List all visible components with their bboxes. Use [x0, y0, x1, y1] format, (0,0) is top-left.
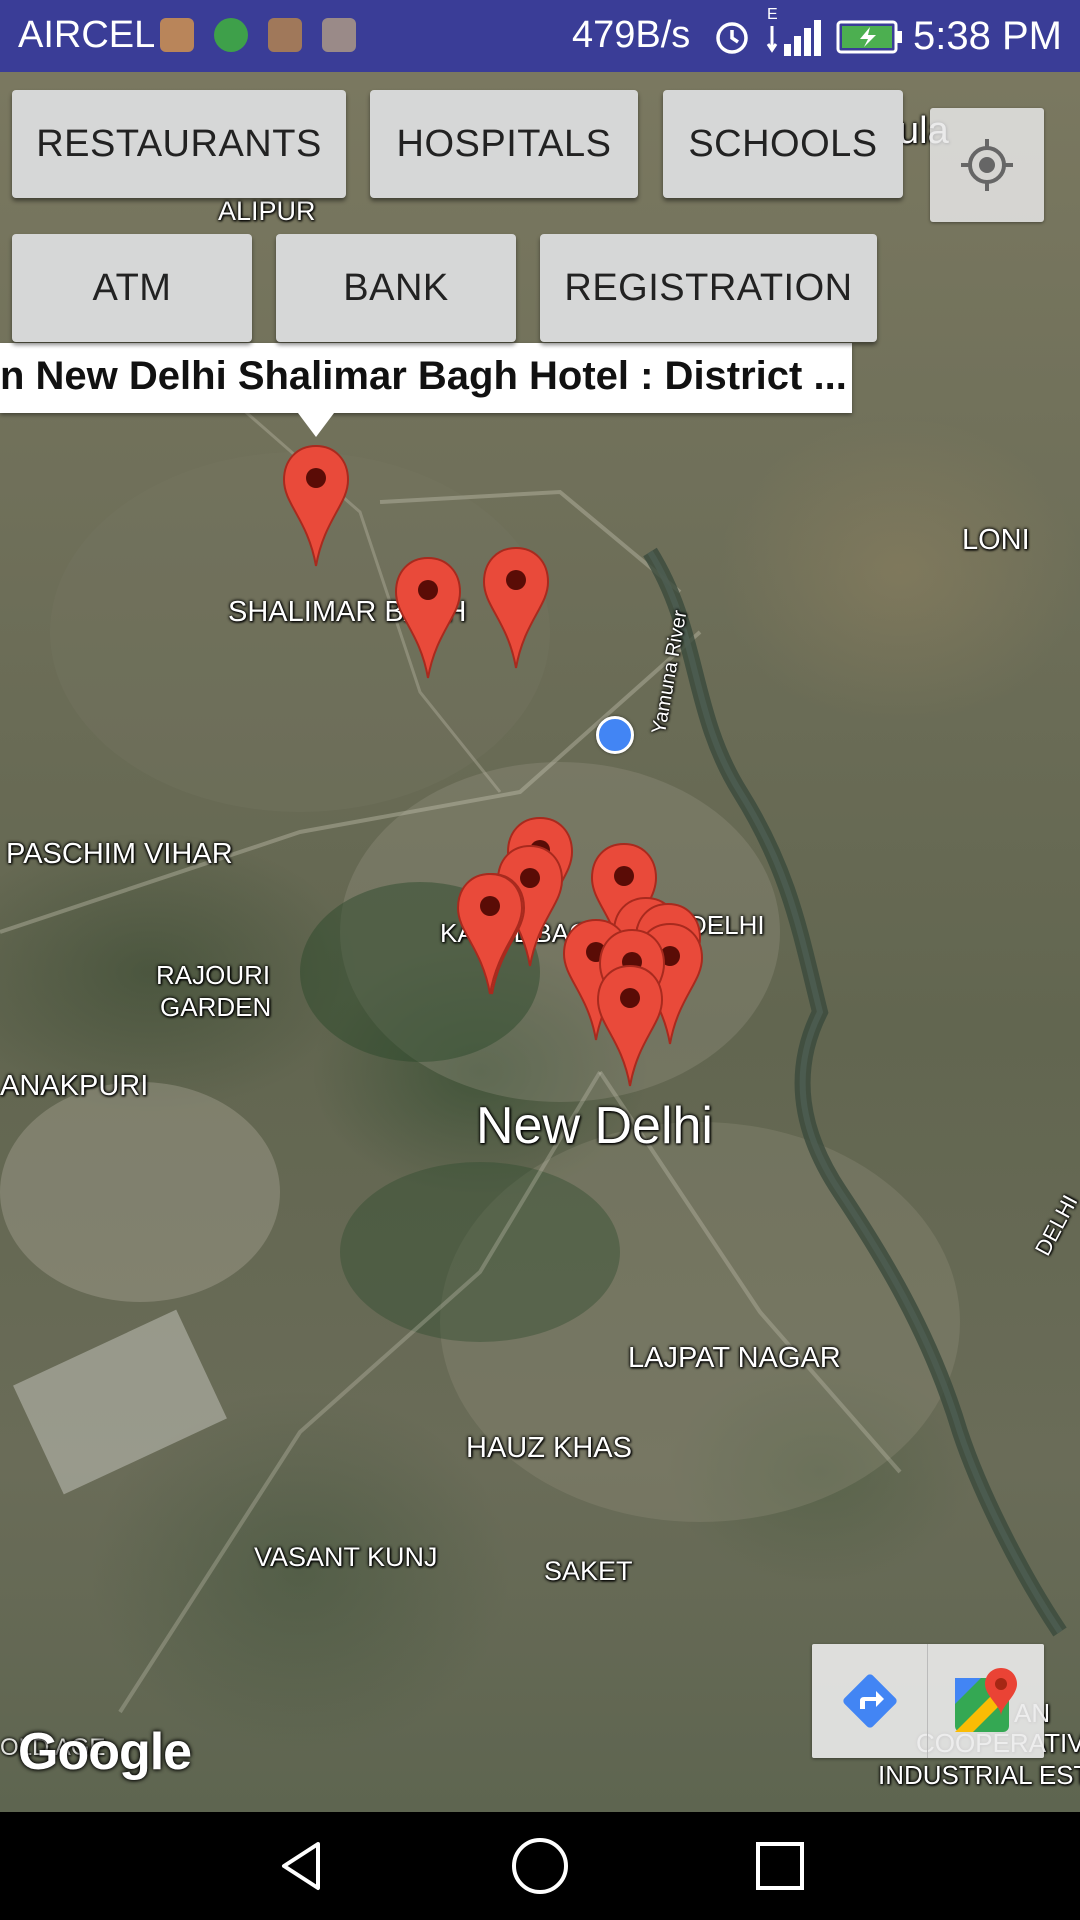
label-vasant-kunj: VASANT KUNJ — [254, 1542, 438, 1572]
bank-button[interactable]: BANK — [276, 234, 516, 342]
battery-charging-icon — [836, 20, 902, 54]
map-marker[interactable] — [282, 444, 350, 568]
recents-button[interactable] — [748, 1834, 812, 1898]
registration-button[interactable]: REGISTRATION — [540, 234, 877, 342]
message-icon — [322, 18, 356, 52]
label-lajpat-nagar: LAJPAT NAGAR — [628, 1342, 841, 1374]
navigation-bar — [0, 1812, 1080, 1920]
info-window-title: n New Delhi Shalimar Bagh Hotel : Distri… — [0, 354, 847, 398]
carrier-name: AIRCEL — [18, 14, 156, 56]
back-icon — [282, 1842, 320, 1890]
marker-info-window[interactable]: n New Delhi Shalimar Bagh Hotel : Distri… — [0, 343, 852, 437]
alarm-icon — [716, 22, 748, 54]
maps-icon — [160, 18, 194, 52]
map-toolbar — [812, 1644, 1044, 1758]
label-garden: GARDEN — [160, 992, 272, 1022]
usb-icon — [268, 18, 302, 52]
open-google-maps-button[interactable] — [928, 1644, 1044, 1758]
directions-button[interactable] — [812, 1644, 927, 1758]
map-marker[interactable] — [596, 964, 664, 1088]
my-location-icon — [961, 139, 1013, 191]
label-alipur: ALIPUR — [218, 196, 316, 226]
clock: 5:38 PM — [913, 14, 1062, 58]
my-location-button[interactable] — [930, 108, 1044, 222]
atm-button[interactable]: ATM — [12, 234, 252, 342]
home-icon — [512, 1838, 568, 1894]
label-paschim-vihar: PASCHIM VIHAR — [6, 838, 233, 870]
globe-icon — [214, 18, 248, 52]
label-cooperative-3: INDUSTRIAL EST — [878, 1760, 1080, 1790]
home-button[interactable] — [508, 1834, 572, 1898]
directions-icon — [842, 1674, 897, 1728]
signal-icon — [766, 20, 821, 56]
recents-icon — [756, 1842, 804, 1890]
back-button[interactable] — [270, 1834, 334, 1898]
restaurants-button[interactable]: RESTAURANTS — [12, 90, 346, 198]
label-rajouri: RAJOURI — [156, 960, 271, 990]
label-new-delhi: New Delhi — [476, 1097, 713, 1155]
label-saket: SAKET — [544, 1556, 633, 1586]
map-marker[interactable] — [482, 546, 550, 670]
status-bar: AIRCEL 479B/s E 5:38 PM — [0, 0, 1080, 72]
hospitals-button[interactable]: HOSPITALS — [370, 90, 638, 198]
info-window-pointer — [298, 413, 334, 437]
label-hauz-khas: HAUZ KHAS — [466, 1432, 632, 1464]
my-location-dot — [596, 716, 634, 754]
network-speed: 479B/s — [572, 14, 691, 56]
label-loni: LONI — [962, 524, 1030, 556]
schools-button[interactable]: SCHOOLS — [663, 90, 903, 198]
label-janakpuri: ANAKPURI — [0, 1070, 149, 1102]
google-maps-icon — [955, 1668, 1017, 1732]
google-logo: Google — [18, 1723, 192, 1781]
map-marker[interactable] — [456, 872, 524, 996]
map-marker[interactable] — [394, 556, 462, 680]
